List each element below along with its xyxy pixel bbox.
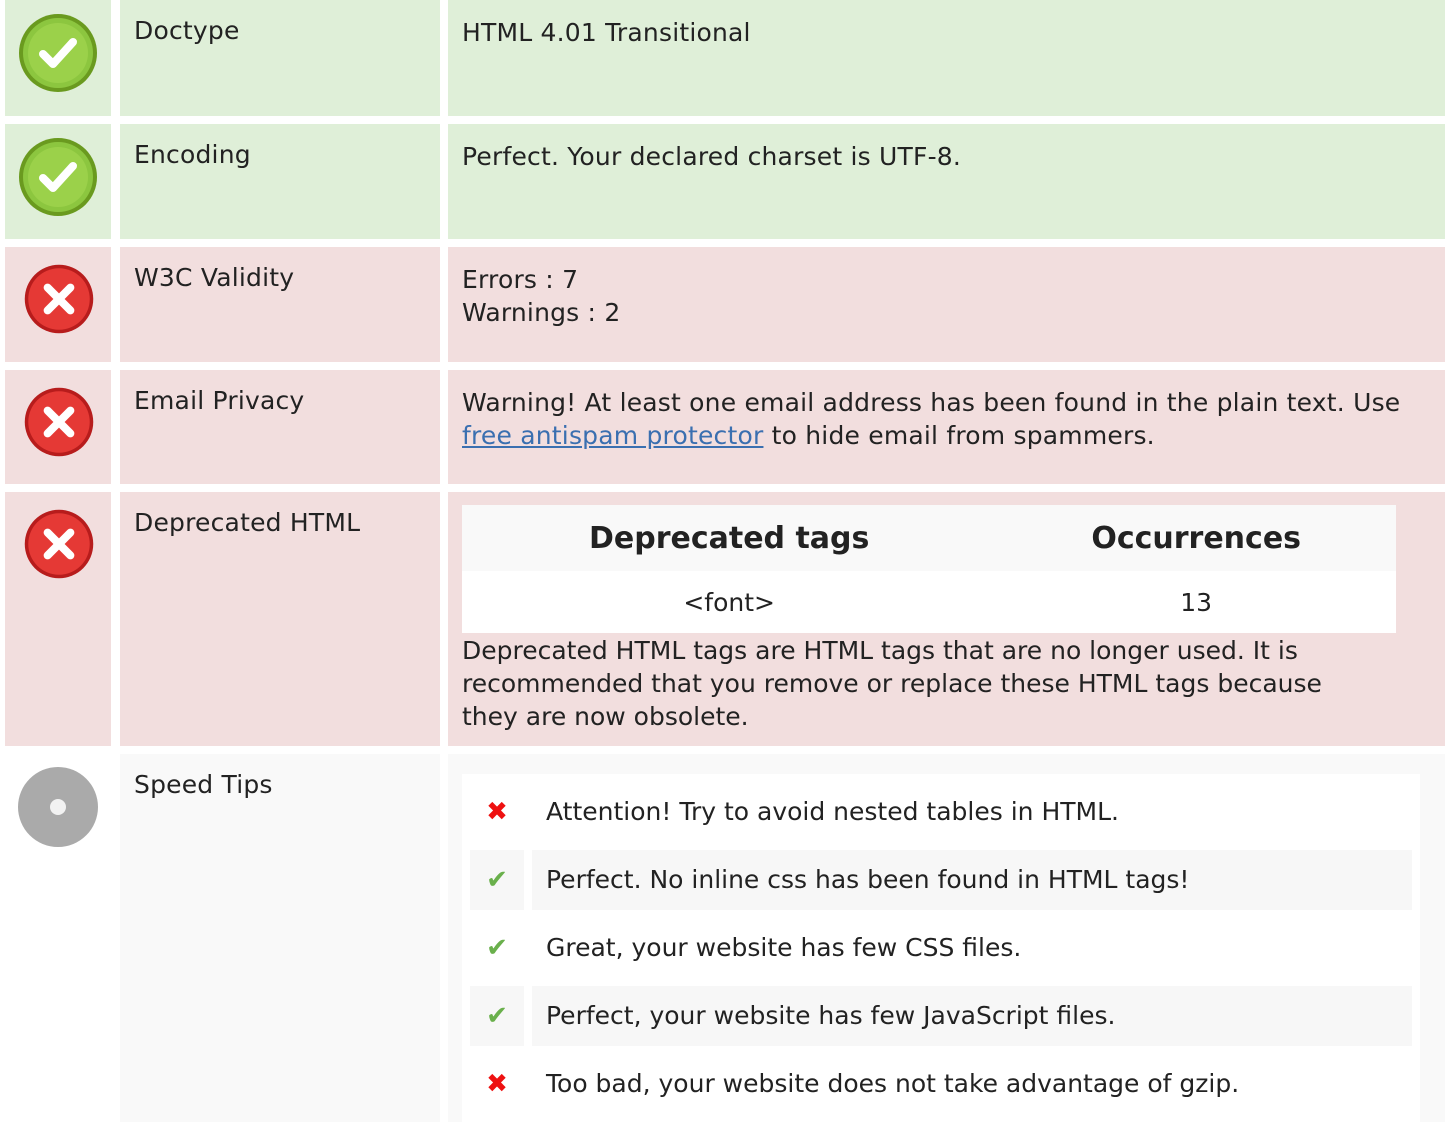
deprecated-note: Deprecated HTML tags are HTML tags that … <box>462 636 1322 731</box>
w3c-validity-label: W3C Validity <box>134 263 295 292</box>
encoding-row: Encoding Perfect. Your declared charset … <box>0 124 1445 239</box>
doctype-value: HTML 4.01 Transitional <box>462 18 751 47</box>
list-item: ✔ Perfect. No inline css has been found … <box>470 850 1412 910</box>
w3c-validity-row: W3C Validity Errors : 7 Warnings : 2 <box>0 247 1445 362</box>
x-circle-icon <box>24 387 94 457</box>
list-item: ✖ Attention! Try to avoid nested tables … <box>470 782 1412 842</box>
check-icon: ✔ <box>486 933 508 963</box>
check-icon: ✔ <box>470 986 524 1046</box>
encoding-value: Perfect. Your declared charset is UTF-8. <box>462 142 962 171</box>
cross-icon: ✖ <box>486 797 508 827</box>
email-privacy-row: Email Privacy Warning! At least one emai… <box>0 370 1445 484</box>
email-privacy-text: Warning! At least one email address has … <box>462 388 1401 450</box>
x-circle-icon <box>24 264 94 334</box>
w3c-warnings: Warnings : 2 <box>462 298 621 327</box>
deprecated-tag-cell: <font> <box>462 571 997 633</box>
w3c-errors: Errors : 7 <box>462 265 579 294</box>
email-privacy-label: Email Privacy <box>134 386 305 415</box>
deprecated-html-row: Deprecated HTML Deprecated tags Occurren… <box>0 492 1445 746</box>
x-circle-icon <box>24 509 94 579</box>
table-row: <font> 13 <box>462 571 1396 633</box>
deprecated-html-label: Deprecated HTML <box>134 508 361 537</box>
speed-tips-list: ✖ Attention! Try to avoid nested tables … <box>462 774 1420 1122</box>
check-circle-icon <box>19 138 97 216</box>
antispam-protector-link[interactable]: free antispam protector <box>462 421 763 450</box>
deprecated-tags-table: Deprecated tags Occurrences <font> 13 <box>462 505 1396 633</box>
doctype-label: Doctype <box>134 16 240 45</box>
column-header-occurrences: Occurrences <box>996 505 1396 571</box>
encoding-label: Encoding <box>134 140 251 169</box>
grey-dot-icon <box>18 767 98 847</box>
list-item: ✔ Perfect, your website has few JavaScri… <box>470 986 1412 1046</box>
doctype-row: Doctype HTML 4.01 Transitional <box>0 0 1445 116</box>
list-item: ✖ Too bad, your website does not take ad… <box>470 1054 1412 1114</box>
cross-icon: ✖ <box>486 1069 508 1099</box>
speed-tips-row: Speed Tips ✖ Attention! Try to avoid nes… <box>0 754 1445 1122</box>
speed-tips-label: Speed Tips <box>134 770 273 799</box>
occurrences-cell: 13 <box>996 571 1396 633</box>
list-item: ✔ Great, your website has few CSS files. <box>470 918 1412 978</box>
check-circle-icon <box>19 14 97 92</box>
column-header-tags: Deprecated tags <box>462 505 997 571</box>
check-icon: ✔ <box>470 850 524 910</box>
